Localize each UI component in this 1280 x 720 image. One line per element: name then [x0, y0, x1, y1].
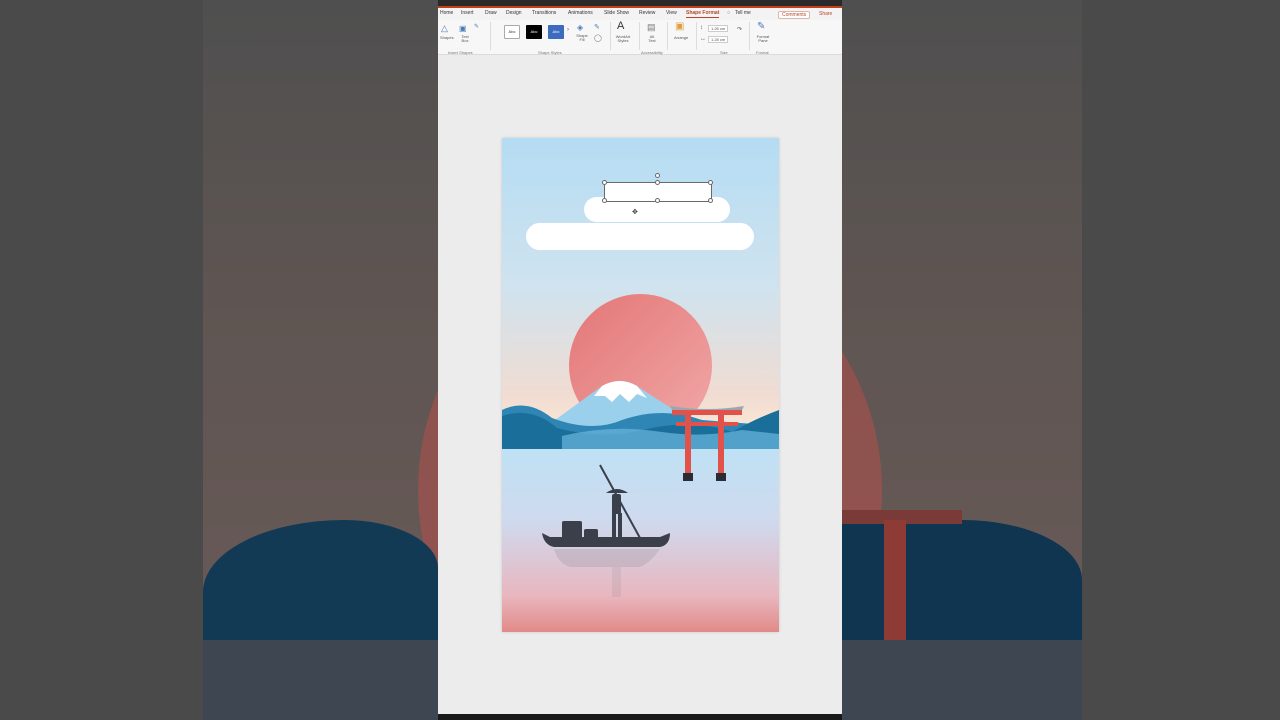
resize-handle[interactable] [602, 180, 607, 185]
ribbon-toolbar: △ Shapes ▣ Text Box ✎ Insert Shapes Abc … [438, 20, 842, 55]
shape-style-white[interactable]: Abc [504, 25, 520, 39]
blurred-background-right [842, 0, 1280, 720]
torii-right-base[interactable] [716, 473, 726, 481]
resize-handle[interactable] [602, 198, 607, 203]
shape-styles-group-label: Shape Styles [538, 50, 562, 55]
arrange-label: Arrange [674, 35, 689, 40]
bottom-bar [438, 714, 842, 720]
resize-handle[interactable] [708, 180, 713, 185]
shape-effects-icon[interactable]: ◯ [594, 34, 602, 43]
ribbon-separator [610, 22, 611, 50]
size-group-label: Size [720, 50, 728, 55]
ribbon-separator [639, 22, 640, 50]
blurred-background-panel [842, 0, 1082, 720]
shape-style-blue[interactable]: Abc [548, 25, 564, 39]
alt-text-icon[interactable]: ▤ [647, 23, 656, 32]
move-cursor-icon: ✥ [632, 209, 638, 216]
ribbon-tabs: Home Insert Draw Design Transitions Anim… [438, 8, 842, 20]
text-box-icon[interactable]: ▣ [459, 24, 467, 33]
tab-review[interactable]: Review [639, 10, 655, 16]
blurred-mountain [842, 520, 1082, 640]
format-group-label: Format [756, 50, 769, 55]
ribbon-separator [749, 22, 750, 50]
height-icon: ↕ [700, 25, 703, 31]
tab-home[interactable]: Home [440, 10, 453, 16]
share-button[interactable]: Share [819, 11, 832, 17]
shapes-label: Shapes [440, 35, 454, 40]
blurred-sea [203, 640, 438, 720]
tell-me-search[interactable]: Tell me [735, 10, 751, 16]
comments-button[interactable]: Comments [778, 11, 811, 19]
torii-left-base[interactable] [683, 473, 693, 481]
shape-outline-icon[interactable]: ✎ [594, 23, 600, 32]
slide-canvas[interactable]: ✥ [502, 138, 779, 632]
text-box-label: Text Box [461, 34, 469, 43]
height-input[interactable]: 1.26 cm [708, 25, 729, 32]
tab-transitions[interactable]: Transitions [532, 10, 556, 16]
boat-reflection [554, 549, 660, 567]
blurred-mountain [203, 520, 438, 640]
format-pane-label: Format Pane [756, 34, 770, 43]
ribbon-separator [490, 22, 491, 50]
rotate-handle[interactable] [655, 173, 660, 178]
resize-handle[interactable] [655, 198, 660, 203]
tab-design[interactable]: Design [506, 10, 522, 16]
shape-style-black[interactable]: Abc [526, 25, 542, 39]
fisherman-reflection [612, 567, 621, 597]
shapes-icon[interactable]: △ [441, 24, 448, 33]
fisherman-leg[interactable] [618, 513, 622, 537]
ribbon-separator [667, 22, 668, 50]
accessibility-group-label: Accessibility [641, 50, 663, 55]
resize-handle[interactable] [655, 180, 660, 185]
chevron-right-icon[interactable]: › [567, 26, 569, 35]
edit-shape-icon[interactable]: ✎ [474, 23, 479, 32]
torii-gate[interactable] [662, 400, 752, 482]
shape-fill-label: Shape Fill [576, 33, 588, 42]
insert-shapes-group-label: Insert Shapes [448, 50, 473, 55]
fisherman-leg[interactable] [612, 513, 616, 537]
paint-bucket-icon[interactable]: ◈ [577, 23, 583, 32]
blurred-background-panel [203, 0, 438, 720]
torii-right-pillar[interactable] [718, 412, 724, 474]
format-pane-icon[interactable]: ✎ [757, 22, 765, 32]
alt-text-label: Alt Text [648, 34, 656, 43]
boat-cargo-box[interactable] [562, 521, 582, 539]
ribbon-separator [696, 22, 697, 50]
torii-top-beam[interactable] [672, 410, 742, 415]
resize-handle[interactable] [708, 198, 713, 203]
tab-view[interactable]: View [666, 10, 677, 16]
tab-insert[interactable]: Insert [461, 10, 474, 16]
lightbulb-icon: ○ [727, 10, 731, 16]
boat-hull[interactable] [542, 533, 670, 547]
torii-left-pillar[interactable] [685, 412, 691, 474]
lock-aspect-icon[interactable]: ↷ [737, 26, 742, 35]
wordart-icon[interactable]: A [617, 21, 624, 32]
width-icon: ↔ [700, 36, 706, 42]
blurred-background-left [0, 0, 438, 720]
tab-shape-format[interactable]: Shape Format [686, 10, 720, 18]
powerpoint-window: Home Insert Draw Design Transitions Anim… [438, 0, 842, 720]
arrange-icon[interactable]: ▣ [675, 22, 684, 32]
cloud-large[interactable] [526, 223, 754, 250]
fisherman-body[interactable] [612, 494, 621, 514]
fisherman-hat[interactable] [606, 489, 628, 493]
tab-draw[interactable]: Draw [485, 10, 497, 16]
width-input[interactable]: 1.28 cm [708, 36, 729, 43]
tab-slide-show[interactable]: Slide Show [604, 10, 629, 16]
tab-animations[interactable]: Animations [568, 10, 593, 16]
wordart-styles-label: WordArt Styles [615, 34, 631, 43]
boat-with-fisherman[interactable] [540, 463, 675, 623]
blurred-sea [842, 640, 1082, 720]
